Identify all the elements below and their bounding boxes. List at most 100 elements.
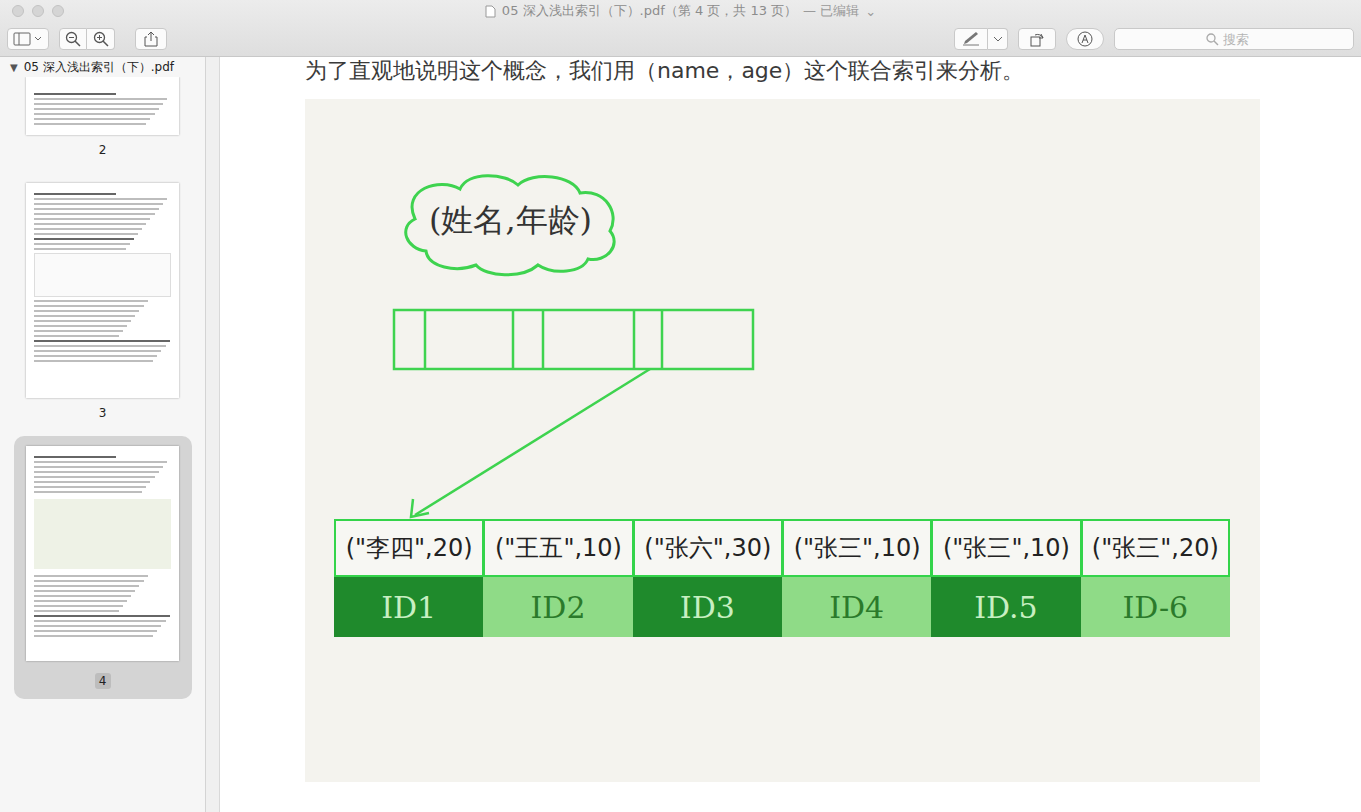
thumbnail-line xyxy=(34,108,159,110)
markup-button[interactable] xyxy=(954,28,988,50)
window-header: 05 深入浅出索引（下）.pdf（第 4 页，共 13 页）— 已编辑⌄ xyxy=(0,0,1361,57)
thumbnail-line xyxy=(34,123,146,125)
close-button[interactable] xyxy=(12,5,24,17)
document-name: 05 深入浅出索引（下）.pdf xyxy=(24,59,174,76)
entry-key: ("张三",10) xyxy=(931,519,1080,577)
entry-id: ID-6 xyxy=(1081,577,1230,637)
index-entry: ("张三",10)ID4 xyxy=(782,519,931,637)
thumbnail-line xyxy=(34,456,116,458)
page-number: 4 xyxy=(95,673,111,689)
thumbnail-line xyxy=(34,360,153,362)
title-menu[interactable]: ⌄ xyxy=(865,4,876,19)
sidebar-toggle-button[interactable] xyxy=(7,28,49,50)
index-entry: ("张六",30)ID3 xyxy=(633,519,782,637)
thumbnail-line xyxy=(34,461,167,463)
minimize-button[interactable] xyxy=(32,5,44,17)
toolbar xyxy=(0,22,1361,56)
zoom-button[interactable] xyxy=(52,5,64,17)
entry-key: ("李四",20) xyxy=(334,519,483,577)
window-title: 05 深入浅出索引（下）.pdf（第 4 页，共 13 页）— 已编辑⌄ xyxy=(0,0,1361,22)
thumbnail-line xyxy=(34,610,119,612)
zoom-out-button[interactable] xyxy=(59,28,87,50)
page-thumbnail[interactable]: 2 xyxy=(14,77,192,173)
entry-key: ("张六",30) xyxy=(633,519,782,577)
thumbnail-line xyxy=(34,93,116,95)
thumbnail-line xyxy=(34,98,167,100)
annotate-icon xyxy=(1077,31,1093,47)
entry-id: ID.5 xyxy=(931,577,1080,637)
thumbnail-line xyxy=(34,198,167,200)
thumbnail-line xyxy=(34,113,155,115)
edited-text: — 已编辑 xyxy=(803,2,859,20)
document-row[interactable]: ▼ 05 深入浅出索引（下）.pdf xyxy=(0,57,205,77)
thumbnail-line xyxy=(34,585,139,587)
thumbnail-line xyxy=(34,595,131,597)
thumbnail-line xyxy=(34,605,123,607)
page-number: 2 xyxy=(95,135,111,169)
annotate-button[interactable] xyxy=(1066,28,1104,50)
sidebar-icon xyxy=(13,32,43,46)
thumbnail-line xyxy=(34,625,161,627)
thumbnail-line xyxy=(34,218,150,220)
thumbnail-line xyxy=(34,228,142,230)
search-input[interactable] xyxy=(1223,32,1263,47)
thumbnail-line xyxy=(34,491,142,493)
thumbnail-line xyxy=(34,330,123,332)
thumbnail-line xyxy=(34,233,138,235)
thumbnail-line xyxy=(34,486,146,488)
thumbnail-line xyxy=(34,300,148,302)
markup-group xyxy=(954,28,1008,50)
document-icon xyxy=(485,5,496,18)
thumbnail-line xyxy=(34,193,116,195)
thumbnail-figure xyxy=(34,499,171,569)
window-controls xyxy=(0,5,64,17)
thumbnail-line xyxy=(34,208,159,210)
entry-key: ("张三",10) xyxy=(782,519,931,577)
zoom-group xyxy=(59,28,115,50)
chevron-icon xyxy=(993,35,1003,43)
thumbnail-line xyxy=(34,320,131,322)
disclosure-toggle[interactable]: ▼ xyxy=(10,62,18,73)
thumbnail-line xyxy=(34,590,135,592)
page-thumbnail[interactable]: 3 xyxy=(14,173,192,436)
thumbnail-line xyxy=(34,466,163,468)
page-number: 3 xyxy=(95,398,111,432)
share-icon xyxy=(144,31,158,47)
thumbnail-page xyxy=(26,446,179,661)
thumbnail-line xyxy=(34,615,170,617)
thumbnail-line xyxy=(34,575,148,577)
thumbnail-line xyxy=(34,471,159,473)
magnifier-icon xyxy=(1206,33,1219,46)
thumbnail-page xyxy=(26,183,179,398)
thumbnail-line xyxy=(34,345,166,347)
search-field[interactable] xyxy=(1114,28,1354,50)
thumbnail-line xyxy=(34,305,144,307)
leaf-node: ("李四",20)ID1("王五",10)ID2("张六",30)ID3("张三… xyxy=(334,519,1230,637)
thumbnail-list: 2 3 4 xyxy=(0,77,205,699)
entry-key: ("王五",10) xyxy=(483,519,632,577)
thumbnail-line xyxy=(34,355,157,357)
entry-id: ID1 xyxy=(334,577,483,637)
markup-menu-button[interactable] xyxy=(988,28,1008,50)
page-thumbnail[interactable]: 4 xyxy=(14,436,192,699)
thumbnail-line xyxy=(34,310,139,312)
thumbnail-line xyxy=(34,600,127,602)
thumbnail-line xyxy=(34,315,135,317)
zoom-in-button[interactable] xyxy=(87,28,115,50)
thumbnail-line xyxy=(34,340,170,342)
index-entry: ("王五",10)ID2 xyxy=(483,519,632,637)
zoom-in-icon xyxy=(93,31,109,47)
sidebar: ▼ 05 深入浅出索引（下）.pdf 2 3 4 xyxy=(0,57,206,812)
index-diagram: (姓名,年龄)("李四",20)ID1("王五",10)ID2("张六",30)… xyxy=(305,99,1260,782)
thumbnail-line xyxy=(34,248,126,250)
share-button[interactable] xyxy=(135,28,167,50)
page-text: 为了直观地说明这个概念，我们用（name，age）这个联合索引来分析。 xyxy=(305,57,1361,85)
thumbnail-line xyxy=(34,223,146,225)
index-entry: ("张三",20)ID-6 xyxy=(1081,519,1230,637)
thumbnail-line xyxy=(34,213,155,215)
pdf-page: 为了直观地说明这个概念，我们用（name，age）这个联合索引来分析。 (姓名,年… xyxy=(220,57,1361,812)
rotate-button[interactable] xyxy=(1018,28,1056,50)
entry-key: ("张三",20) xyxy=(1081,519,1230,577)
entry-id: ID3 xyxy=(633,577,782,637)
thumbnail-line xyxy=(34,620,166,622)
